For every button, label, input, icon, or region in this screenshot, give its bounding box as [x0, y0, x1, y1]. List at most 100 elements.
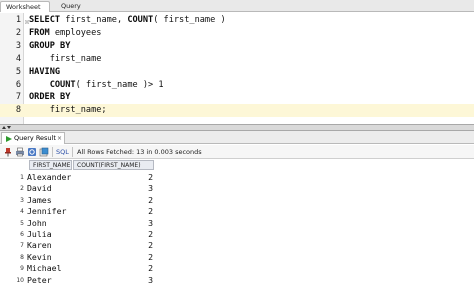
pin-icon[interactable]: [3, 147, 13, 157]
result-tabbar: Query Result ×: [0, 131, 474, 144]
cell-count[interactable]: 2: [73, 172, 153, 184]
sql-link[interactable]: SQL: [56, 145, 69, 159]
sql-text: first_name,: [60, 15, 128, 25]
cell-first-name[interactable]: Peter: [27, 275, 52, 287]
tab-query-builder[interactable]: Query Builder: [56, 1, 102, 21]
line-number: 5: [15, 66, 21, 77]
cell-count[interactable]: 2: [73, 206, 153, 218]
export-icon[interactable]: [39, 147, 49, 157]
code-text: first_name;: [29, 104, 107, 117]
sql-keyword: GROUP BY: [29, 40, 71, 51]
code-text: ORDER BY: [29, 91, 70, 104]
cell-first-name[interactable]: Alexander: [27, 172, 71, 184]
tab-query-result[interactable]: Query Result ×: [1, 132, 65, 144]
table-row[interactable]: 7 Karen 2: [0, 240, 474, 252]
pane-splitter[interactable]: [0, 124, 474, 131]
code-text: GROUP BY: [29, 40, 70, 53]
cell-first-name[interactable]: John: [27, 218, 47, 230]
row-number: 7: [20, 242, 24, 250]
print-icon[interactable]: [15, 147, 25, 157]
sql-editor[interactable]: 1 SELECT first_name, COUNT( first_name ) 2…: [0, 13, 474, 124]
row-number: 9: [20, 265, 24, 273]
cell-count[interactable]: 3: [73, 218, 153, 230]
sql-keyword: FROM: [29, 27, 50, 38]
row-number: 8: [20, 253, 24, 261]
cell-first-name[interactable]: Julia: [27, 229, 52, 241]
sql-text: ( first_name )> 1: [75, 79, 164, 90]
sql-text: employees: [49, 27, 102, 38]
sql-keyword: COUNT: [127, 15, 154, 25]
cell-count[interactable]: 2: [73, 252, 153, 264]
fetch-status: All Rows Fetched: 13 in 0.003 seconds: [77, 148, 202, 156]
table-row[interactable]: 2 David 3: [0, 183, 474, 195]
line-number: 3: [15, 40, 21, 51]
code-line[interactable]: 8 first_name;: [0, 104, 474, 117]
table-row[interactable]: 6 Julia 2: [0, 229, 474, 241]
cell-first-name[interactable]: David: [27, 183, 52, 195]
row-number: 1: [20, 174, 24, 181]
line-number: 1: [15, 15, 21, 25]
row-number: 4: [20, 208, 24, 216]
code-line[interactable]: 3 GROUP BY: [0, 40, 474, 53]
row-number: 5: [20, 219, 24, 227]
grid-header: FIRST_NAME COUNT(FIRST_NAME): [0, 159, 474, 170]
cell-count[interactable]: 3: [73, 275, 153, 287]
sql-text: ( first_name ): [153, 15, 226, 25]
cell-count[interactable]: 2: [73, 263, 153, 275]
row-number: 3: [20, 196, 24, 204]
column-header-count[interactable]: COUNT(FIRST_NAME): [73, 160, 154, 170]
cell-count[interactable]: 2: [73, 195, 153, 207]
table-row[interactable]: 10 Peter 3: [0, 275, 474, 287]
column-header-first-name[interactable]: FIRST_NAME: [29, 160, 72, 170]
code-text: first_name: [29, 53, 102, 66]
table-row[interactable]: 8 Kevin 2: [0, 252, 474, 264]
close-tab-icon[interactable]: ×: [57, 133, 62, 144]
toolbar-separator: [52, 147, 53, 157]
play-icon: [6, 136, 12, 142]
table-row[interactable]: 9 Michael 2: [0, 263, 474, 275]
code-line[interactable]: 4 first_name: [0, 53, 474, 66]
code-line[interactable]: 6 COUNT( first_name )> 1: [0, 79, 474, 92]
sql-keyword: SELECT: [29, 15, 61, 25]
cell-first-name[interactable]: Michael: [27, 263, 62, 275]
sql-text: first_name: [29, 53, 102, 64]
collapse-arrows-icon[interactable]: [0, 124, 12, 131]
table-row[interactable]: 1 Alexander 2: [0, 172, 474, 184]
cell-first-name[interactable]: Kevin: [27, 252, 52, 264]
worksheet-tabbar: Worksheet Query Builder: [0, 0, 474, 21]
sql-keyword: COUNT: [49, 79, 76, 90]
code-text: COUNT( first_name )> 1: [29, 79, 164, 92]
table-row[interactable]: 3 James 2: [0, 195, 474, 207]
line-number: 8: [15, 105, 21, 116]
sql-keyword: HAVING: [29, 66, 61, 77]
code-line[interactable]: 1 SELECT first_name, COUNT( first_name ): [0, 14, 474, 27]
code-line[interactable]: 2 FROM employees: [0, 27, 474, 40]
cell-first-name[interactable]: Jennifer: [27, 206, 66, 218]
tab-worksheet[interactable]: Worksheet: [0, 1, 50, 12]
cell-count[interactable]: 2: [73, 240, 153, 252]
cell-first-name[interactable]: Karen: [27, 240, 52, 252]
cell-count[interactable]: 2: [73, 229, 153, 241]
refresh-icon[interactable]: [27, 147, 37, 157]
code-line[interactable]: 7 ORDER BY: [0, 91, 474, 104]
sql-text: first_name;: [29, 105, 107, 116]
row-number: 10: [16, 276, 24, 284]
code-line[interactable]: 5 HAVING: [0, 66, 474, 79]
table-row[interactable]: 4 Jennifer 2: [0, 206, 474, 218]
cell-count[interactable]: 3: [73, 183, 153, 195]
sql-keyword: ORDER BY: [29, 92, 71, 103]
line-number: 7: [15, 92, 21, 103]
code-text: HAVING: [29, 66, 60, 79]
line-number: 2: [15, 27, 21, 38]
result-toolbar: SQL All Rows Fetched: 13 in 0.003 second…: [0, 145, 474, 159]
result-grid[interactable]: FIRST_NAME COUNT(FIRST_NAME) 1 Alexander 2…: [0, 159, 474, 288]
query-result-label: Query Result: [14, 134, 56, 142]
cell-first-name[interactable]: James: [27, 195, 52, 207]
row-number: 2: [20, 185, 24, 193]
code-text: SELECT first_name, COUNT( first_name ): [29, 14, 226, 27]
line-number: 4: [15, 53, 21, 64]
table-row[interactable]: 5 John 3: [0, 218, 474, 230]
row-number: 6: [20, 231, 24, 238]
line-number: 6: [15, 79, 21, 90]
